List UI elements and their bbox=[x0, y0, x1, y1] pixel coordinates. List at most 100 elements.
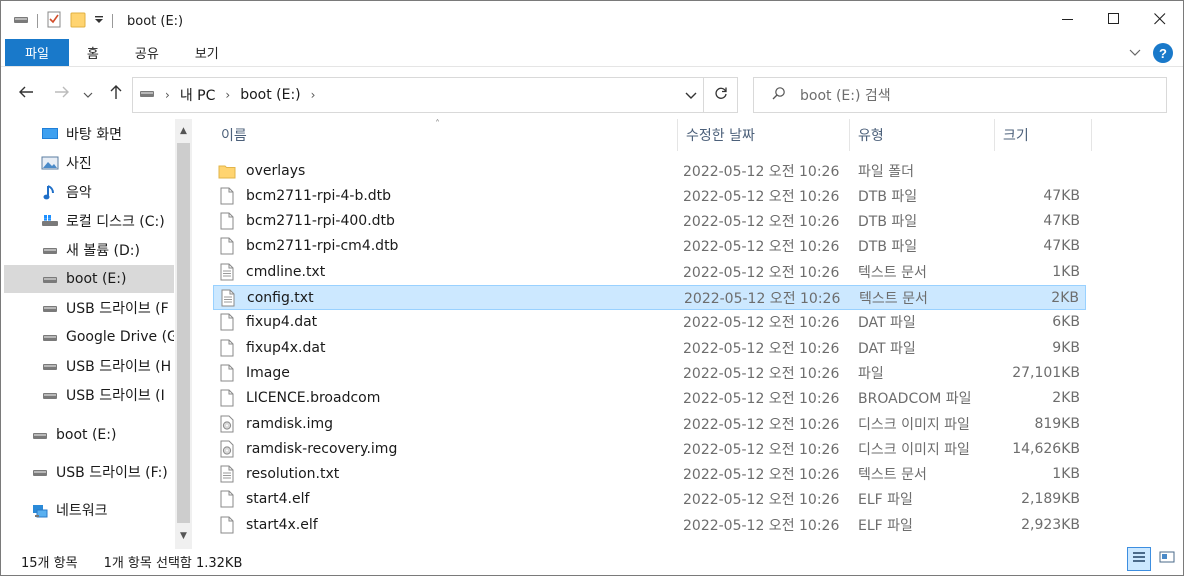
up-button[interactable] bbox=[105, 83, 127, 105]
drive-icon bbox=[40, 240, 60, 260]
nav-item-google-drive[interactable]: Google Drive (G bbox=[4, 323, 174, 351]
file-size: 27,101KB bbox=[1012, 364, 1080, 381]
breadcrumb-this-pc[interactable]: 내 PC bbox=[180, 85, 216, 105]
file-row[interactable]: resolution.txt 2022-05-12 오전 10:26 텍스트 문서 1… bbox=[213, 462, 1086, 487]
drive-icon[interactable] bbox=[13, 13, 29, 29]
file-row[interactable]: config.txt 2022-05-12 오전 10:26 텍스트 문서 2KB bbox=[213, 284, 1086, 311]
ribbon-right: ? bbox=[1129, 43, 1173, 63]
nav-item-music[interactable]: 음악 bbox=[4, 178, 174, 206]
nav-item-new-volume-d[interactable]: 새 볼륨 (D:) bbox=[4, 236, 174, 264]
file-row[interactable]: fixup4.dat 2022-05-12 오전 10:26 DAT 파일 6KB bbox=[213, 310, 1086, 335]
scroll-up-icon[interactable]: ▲ bbox=[175, 122, 192, 139]
nav-item-boot-e-root[interactable]: boot (E:) bbox=[4, 421, 174, 449]
breadcrumb-chevron-icon[interactable]: › bbox=[165, 88, 170, 102]
file-name-cell[interactable]: config.txt bbox=[219, 286, 314, 311]
help-button[interactable]: ? bbox=[1153, 43, 1173, 63]
nav-item-local-disk-c[interactable]: 로컬 디스크 (C:) bbox=[4, 207, 174, 235]
text-file-icon bbox=[219, 288, 237, 308]
tab-view[interactable]: 보기 bbox=[177, 39, 237, 66]
close-button[interactable] bbox=[1137, 1, 1183, 41]
file-date: 2022-05-12 오전 10:26 bbox=[683, 416, 840, 433]
file-row[interactable]: LICENCE.broadcom 2022-05-12 오전 10:26 BROAD… bbox=[213, 386, 1086, 411]
scrollbar-thumb[interactable] bbox=[177, 143, 190, 523]
tab-home[interactable]: 홈 bbox=[69, 39, 117, 66]
text-file-icon bbox=[218, 464, 236, 484]
file-row[interactable]: overlays 2022-05-12 오전 10:26 파일 폴더 bbox=[213, 158, 1086, 183]
nav-scrollbar[interactable]: ▲ ▼ bbox=[175, 119, 192, 549]
customize-toolbar-icon[interactable] bbox=[94, 14, 104, 29]
search-icon bbox=[772, 86, 786, 104]
expand-ribbon-icon[interactable] bbox=[1129, 46, 1141, 61]
large-icons-view-button[interactable] bbox=[1155, 547, 1179, 571]
column-header-date[interactable]: 수정한 날짜 bbox=[678, 119, 850, 151]
file-name: cmdline.txt bbox=[246, 263, 326, 280]
file-date: 2022-05-12 오전 10:26 bbox=[683, 441, 840, 458]
file-row[interactable]: Image 2022-05-12 오전 10:26 파일 27,101KB bbox=[213, 360, 1086, 385]
nav-item-boot-e[interactable]: boot (E:) bbox=[4, 265, 174, 293]
maximize-button[interactable] bbox=[1091, 1, 1137, 41]
breadcrumb-chevron-icon[interactable]: › bbox=[311, 88, 316, 102]
column-headers: ˄ 이름 수정한 날짜 유형 크기 bbox=[213, 119, 1093, 151]
file-date: 2022-05-12 오전 10:26 bbox=[683, 467, 840, 484]
back-arrow-icon bbox=[18, 85, 34, 103]
file-name-cell[interactable]: ramdisk-recovery.img bbox=[218, 436, 397, 461]
nav-item-usb-f[interactable]: USB 드라이브 (F bbox=[4, 294, 174, 322]
properties-icon[interactable] bbox=[46, 10, 62, 32]
nav-item-usb-i[interactable]: USB 드라이브 (I bbox=[4, 381, 174, 409]
new-folder-icon[interactable] bbox=[70, 10, 86, 32]
address-bar[interactable]: › 내 PC › boot (E:) › bbox=[132, 77, 738, 113]
file-row[interactable]: start4x.elf 2022-05-12 오전 10:26 ELF 파일 2,92… bbox=[213, 512, 1086, 537]
drive-icon bbox=[40, 269, 60, 289]
breadcrumb-boot-drive[interactable]: boot (E:) bbox=[240, 87, 300, 103]
file-name-cell[interactable]: LICENCE.broadcom bbox=[218, 386, 380, 411]
search-box[interactable]: boot (E:) 검색 bbox=[753, 77, 1167, 113]
file-size: 1KB bbox=[1052, 466, 1080, 483]
file-name-cell[interactable]: overlays bbox=[218, 158, 305, 183]
file-row[interactable]: cmdline.txt 2022-05-12 오전 10:26 텍스트 문서 1KB bbox=[213, 259, 1086, 284]
up-arrow-icon bbox=[109, 84, 123, 104]
details-view-button[interactable] bbox=[1127, 547, 1151, 571]
breadcrumb-chevron-icon[interactable]: › bbox=[225, 88, 230, 102]
file-name-cell[interactable]: ramdisk.img bbox=[218, 411, 333, 436]
address-history-dropdown[interactable] bbox=[685, 88, 697, 104]
nav-item-usb-h[interactable]: USB 드라이브 (H bbox=[4, 352, 174, 380]
nav-item-pictures[interactable]: 사진 bbox=[4, 149, 174, 177]
file-name-cell[interactable]: resolution.txt bbox=[218, 462, 339, 487]
refresh-button[interactable] bbox=[703, 78, 737, 112]
back-button[interactable] bbox=[15, 83, 37, 105]
nav-item-network[interactable]: 네트워크 bbox=[4, 496, 174, 524]
file-icon bbox=[218, 388, 236, 408]
tab-file[interactable]: 파일 bbox=[5, 39, 69, 66]
file-name-cell[interactable]: Image bbox=[218, 360, 290, 385]
column-header-type[interactable]: 유형 bbox=[850, 119, 995, 151]
maximize-icon bbox=[1108, 13, 1120, 29]
forward-button[interactable] bbox=[51, 83, 73, 105]
column-header-size[interactable]: 크기 bbox=[995, 119, 1092, 151]
file-date: 2022-05-12 오전 10:26 bbox=[683, 214, 840, 231]
recent-locations-button[interactable] bbox=[81, 83, 95, 105]
pictures-icon bbox=[40, 153, 60, 173]
file-row[interactable]: bcm2711-rpi-400.dtb 2022-05-12 오전 10:26 DT… bbox=[213, 209, 1086, 234]
file-row[interactable]: ramdisk-recovery.img 2022-05-12 오전 10:26 디… bbox=[213, 436, 1086, 461]
file-name-cell[interactable]: fixup4x.dat bbox=[218, 335, 325, 360]
scroll-down-icon[interactable]: ▼ bbox=[175, 527, 192, 544]
file-row[interactable]: ramdisk.img 2022-05-12 오전 10:26 디스크 이미지 파일… bbox=[213, 411, 1086, 436]
file-row[interactable]: bcm2711-rpi-cm4.dtb 2022-05-12 오전 10:26 DT… bbox=[213, 234, 1086, 259]
file-row[interactable]: bcm2711-rpi-4-b.dtb 2022-05-12 오전 10:26 DT… bbox=[213, 183, 1086, 208]
file-row[interactable]: fixup4x.dat 2022-05-12 오전 10:26 DAT 파일 9KB bbox=[213, 335, 1086, 360]
file-name-cell[interactable]: start4.elf bbox=[218, 487, 309, 512]
file-name-cell[interactable]: start4x.elf bbox=[218, 512, 318, 537]
nav-item-desktop[interactable]: 바탕 화면 bbox=[4, 120, 174, 148]
file-name-cell[interactable]: bcm2711-rpi-400.dtb bbox=[218, 209, 395, 234]
file-row[interactable]: start4.elf 2022-05-12 오전 10:26 ELF 파일 2,189… bbox=[213, 487, 1086, 512]
tab-share[interactable]: 공유 bbox=[117, 39, 177, 66]
file-name-cell[interactable]: bcm2711-rpi-cm4.dtb bbox=[218, 234, 398, 259]
file-name-cell[interactable]: cmdline.txt bbox=[218, 259, 325, 284]
file-name-cell[interactable]: bcm2711-rpi-4-b.dtb bbox=[218, 183, 391, 208]
nav-item-usb-f-root[interactable]: USB 드라이브 (F:) bbox=[4, 458, 174, 486]
drive-icon bbox=[40, 356, 60, 376]
column-header-name[interactable]: 이름 bbox=[213, 119, 678, 151]
file-name-cell[interactable]: fixup4.dat bbox=[218, 310, 317, 335]
file-icon bbox=[218, 312, 236, 332]
minimize-button[interactable] bbox=[1045, 1, 1091, 41]
